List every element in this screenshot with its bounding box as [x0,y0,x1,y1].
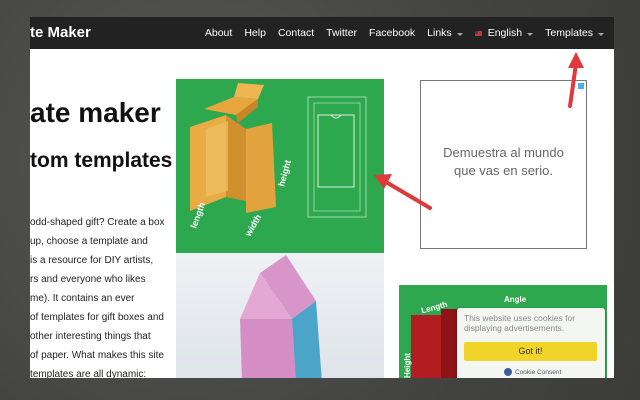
intro-line: other interesting things that [30,331,151,342]
ad-text: Demuestra al mundo que vas en serio. [421,144,586,180]
height-label: Height [402,353,412,378]
uk-flag-icon [474,30,482,36]
box-template-illustration: height length width [188,83,367,239]
intro-line: me). It contains an ever [30,293,135,304]
cookie-consent-icon [504,368,512,376]
red-box-shape [411,315,441,378]
caret-down-icon [598,32,604,36]
nav-links-label: Links [427,27,452,39]
ad-choices-icon[interactable] [578,83,584,89]
page-title: ate maker [30,97,161,128]
top-navbar: te Maker About Help Contact Twitter Face… [30,17,614,49]
nav-twitter[interactable]: Twitter [320,27,363,39]
nav-links-dropdown[interactable]: Links [421,27,469,39]
cookie-brand-label: Cookie Consent [515,368,562,376]
caret-down-icon [456,32,463,36]
intro-line: odd-shaped gift? Create a box [30,217,165,228]
height-label: height [276,159,293,188]
advertisement-banner[interactable]: Demuestra al mundo que vas en serio. [420,80,587,249]
intro-paragraph: odd-shaped gift? Create a box up, choose… [30,213,170,378]
nav-help[interactable]: Help [238,27,272,39]
cookie-consent-brand[interactable]: Cookie Consent [504,368,561,376]
intro-line: of templates for gift boxes and [30,312,164,323]
intro-line: is a resource for DIY artists, [30,255,154,266]
ad-text-line-1: Demuestra al mundo [443,145,564,160]
site-brand[interactable]: te Maker [30,24,91,41]
nav-menu: About Help Contact Twitter Facebook Link… [199,17,610,49]
nav-language-dropdown[interactable]: English [469,27,539,39]
page-subtitle: tom templates [30,149,173,172]
nav-language-label: English [487,27,523,39]
nav-about[interactable]: About [199,27,238,39]
nav-templates-label: Templates [545,27,593,39]
cookie-message: This website uses cookies for displaying… [464,313,576,333]
cookie-accept-button[interactable]: Got it! [464,342,597,361]
ad-text-line-2: que vas en serio. [453,163,553,178]
browser-viewport: te Maker About Help Contact Twitter Face… [30,17,614,378]
caret-down-icon [527,32,534,36]
intro-line: templates are all dynamic: [30,369,147,378]
width-label: width [243,213,264,239]
box-template-image[interactable]: height length width [176,79,384,253]
nav-templates-dropdown[interactable]: Templates [539,27,610,39]
intro-line: up, choose a template and [30,236,148,247]
nav-contact[interactable]: Contact [272,27,320,39]
tuck-box-image[interactable] [176,253,384,378]
intro-line: rs and everyone who likes [30,274,146,285]
angle-label: Angle [504,295,527,304]
nav-facebook[interactable]: Facebook [363,27,421,39]
tuck-box-illustration [240,255,322,378]
intro-line: of paper. What makes this site [30,350,164,361]
cookie-consent-popup: This website uses cookies for displaying… [457,308,605,378]
